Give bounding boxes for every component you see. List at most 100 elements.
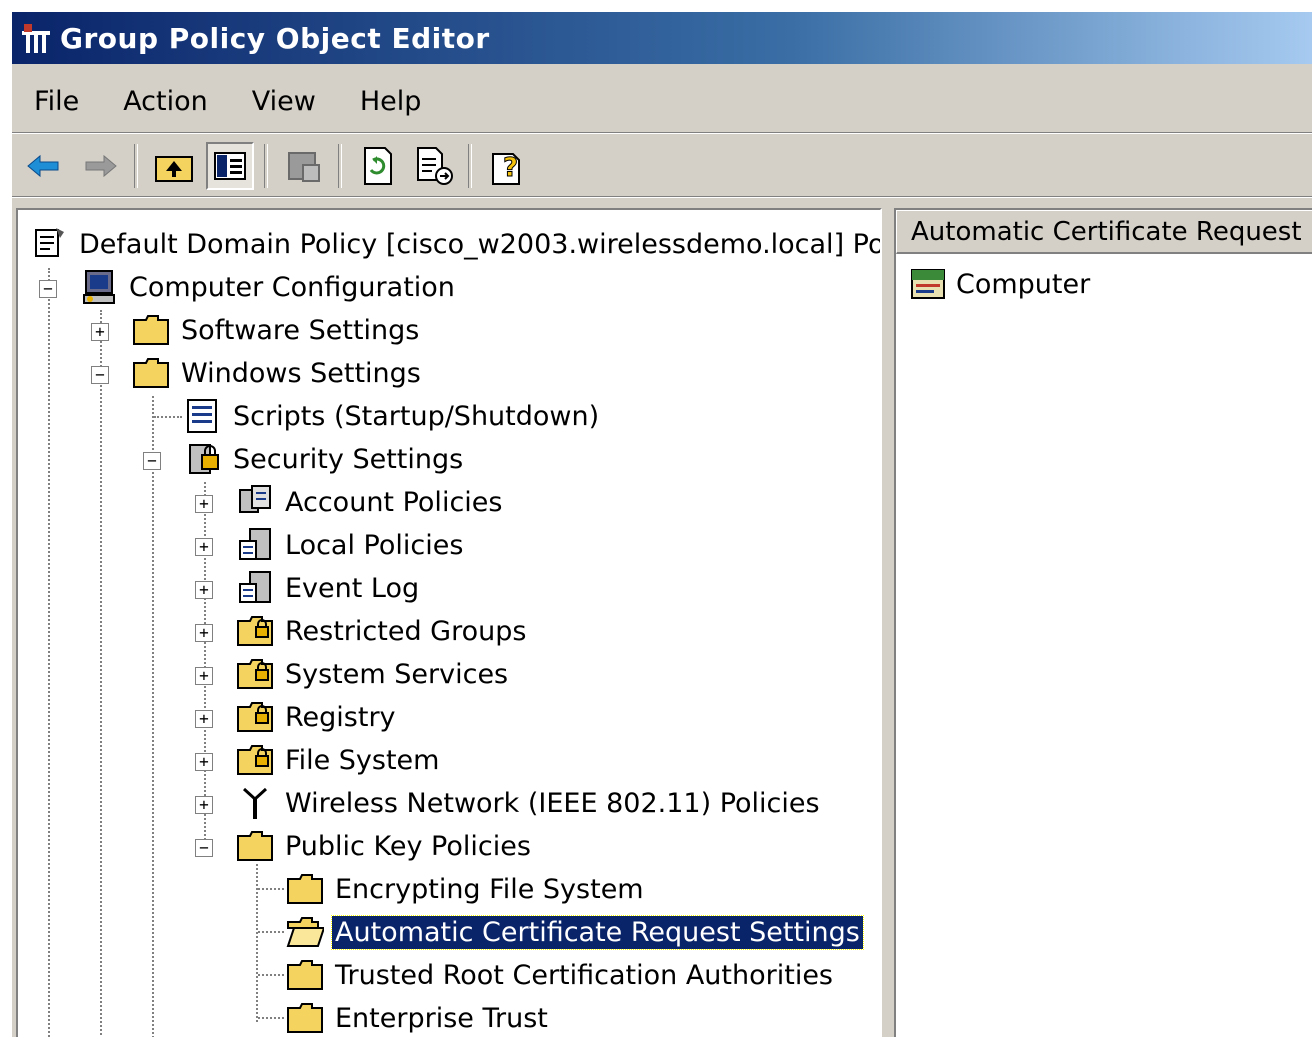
tree-connector: [258, 931, 284, 933]
tree-label: Encrypting File System: [335, 873, 644, 905]
up-one-level-button[interactable]: [150, 142, 198, 190]
locked-folder-icon: [237, 702, 273, 732]
expand-toggle[interactable]: +: [195, 710, 213, 728]
local-policies-icon: [239, 528, 271, 560]
expand-toggle[interactable]: +: [195, 538, 213, 556]
delete-button[interactable]: [280, 142, 328, 190]
list-item-computer[interactable]: Computer: [910, 266, 1090, 302]
show-hide-tree-icon: [214, 152, 246, 180]
tree-label: Default Domain Policy [cisco_w2003.wirel…: [79, 228, 882, 260]
tree-connector: [258, 888, 284, 890]
collapse-toggle[interactable]: −: [39, 280, 57, 298]
tree-label: Public Key Policies: [285, 830, 531, 862]
tree-node-registry[interactable]: Registry: [236, 697, 399, 737]
window-title: Group Policy Object Editor: [60, 21, 490, 55]
folder-icon: [133, 358, 169, 388]
tree-node-computer-configuration[interactable]: Computer Configuration: [80, 267, 458, 307]
event-log-icon: [239, 571, 271, 603]
refresh-icon: [364, 147, 392, 185]
menu-view[interactable]: View: [252, 86, 316, 117]
expand-toggle[interactable]: +: [195, 753, 213, 771]
list-item-label: Computer: [956, 268, 1091, 300]
tree-label: Registry: [285, 701, 396, 733]
tree-node-file-system[interactable]: File System: [236, 740, 442, 780]
help-button[interactable]: ?: [484, 142, 532, 190]
menu-action[interactable]: Action: [123, 86, 208, 117]
computer-icon: [83, 270, 115, 304]
column-header[interactable]: Automatic Certificate Request: [896, 210, 1312, 254]
expand-toggle[interactable]: +: [195, 495, 213, 513]
back-arrow-icon: [27, 154, 59, 178]
up-folder-icon: [155, 156, 193, 182]
expand-toggle[interactable]: +: [195, 667, 213, 685]
tree-node-windows-settings[interactable]: Windows Settings: [132, 353, 424, 393]
collapse-toggle[interactable]: −: [143, 452, 161, 470]
tree-connector: [100, 310, 102, 1037]
script-icon: [187, 399, 217, 433]
tree-node-security-settings[interactable]: Security Settings: [184, 439, 466, 479]
folder-icon: [237, 831, 273, 861]
column-header-label: Automatic Certificate Request: [911, 216, 1302, 247]
locked-folder-icon: [237, 745, 273, 775]
policy-scroll-icon: [35, 228, 64, 257]
pane-splitter[interactable]: [882, 208, 894, 1037]
tree-label: System Services: [285, 658, 509, 690]
tree-node-system-services[interactable]: System Services: [236, 654, 511, 694]
tree-label: File System: [285, 744, 440, 776]
tree-node-public-key-policies[interactable]: Public Key Policies: [236, 826, 534, 866]
tree-connector: [258, 1017, 284, 1019]
tree-label: Windows Settings: [181, 357, 421, 389]
tree-node-enterprise-trust[interactable]: Enterprise Trust: [286, 998, 551, 1037]
tree-label: Event Log: [285, 572, 420, 604]
tree-label: Restricted Groups: [285, 615, 527, 647]
tree-node-encrypting-file-system[interactable]: Encrypting File System: [286, 869, 647, 909]
tree-label: Trusted Root Certification Authorities: [335, 959, 833, 991]
tree-node-root[interactable]: Default Domain Policy [cisco_w2003.wirel…: [30, 224, 882, 264]
tree-node-trusted-root-certification-authorities[interactable]: Trusted Root Certification Authorities: [286, 955, 836, 995]
tree-node-scripts[interactable]: Scripts (Startup/Shutdown): [184, 396, 602, 436]
show-hide-tree-button[interactable]: [206, 142, 254, 190]
delete-icon: [288, 152, 320, 182]
tree-label: Wireless Network (IEEE 802.11) Policies: [285, 787, 820, 819]
certificate-request-icon: [911, 269, 945, 299]
tree-connector: [152, 396, 154, 1037]
expand-toggle[interactable]: +: [91, 323, 109, 341]
refresh-button[interactable]: [354, 142, 402, 190]
forward-button[interactable]: [76, 142, 124, 190]
security-lock-icon: [189, 444, 219, 474]
tree-label: Security Settings: [233, 443, 464, 475]
tree-label: Computer Configuration: [129, 271, 455, 303]
account-policies-icon: [239, 485, 271, 513]
tree-node-local-policies[interactable]: Local Policies: [236, 525, 466, 565]
locked-folder-icon: [237, 659, 273, 689]
tree-label: Local Policies: [285, 529, 464, 561]
tree-label: Account Policies: [285, 486, 503, 518]
collapse-toggle[interactable]: −: [195, 839, 213, 857]
collapse-toggle[interactable]: −: [91, 366, 109, 384]
tree-node-restricted-groups[interactable]: Restricted Groups: [236, 611, 529, 651]
tree-connector: [154, 416, 182, 418]
tree-connector: [48, 268, 50, 1037]
expand-toggle[interactable]: +: [195, 624, 213, 642]
toolbar-separator: [264, 144, 268, 188]
tree-node-automatic-certificate-request-settings[interactable]: Automatic Certificate Request Settings: [286, 912, 864, 952]
antenna-icon: [242, 787, 268, 819]
console-tree: Default Domain Policy [cisco_w2003.wirel…: [16, 208, 882, 1037]
expand-toggle[interactable]: +: [195, 796, 213, 814]
tree-label: Enterprise Trust: [335, 1002, 548, 1034]
help-icon: ?: [492, 153, 520, 185]
menu-file[interactable]: File: [34, 86, 79, 117]
menu-help[interactable]: Help: [360, 86, 422, 117]
tree-node-wireless-network-policies[interactable]: Wireless Network (IEEE 802.11) Policies: [236, 783, 823, 823]
toolbar-separator: [338, 144, 342, 188]
toolbar-separator: [468, 144, 472, 188]
back-button[interactable]: [20, 142, 68, 190]
title-bar[interactable]: Group Policy Object Editor: [12, 12, 1312, 64]
expand-toggle[interactable]: +: [195, 581, 213, 599]
app-window: Group Policy Object Editor File Action V…: [10, 10, 1312, 1037]
tree-node-account-policies[interactable]: Account Policies: [236, 482, 505, 522]
tree-node-event-log[interactable]: Event Log: [236, 568, 422, 608]
export-list-button[interactable]: [410, 142, 458, 190]
tree-label: Software Settings: [181, 314, 420, 346]
tree-node-software-settings[interactable]: Software Settings: [132, 310, 422, 350]
